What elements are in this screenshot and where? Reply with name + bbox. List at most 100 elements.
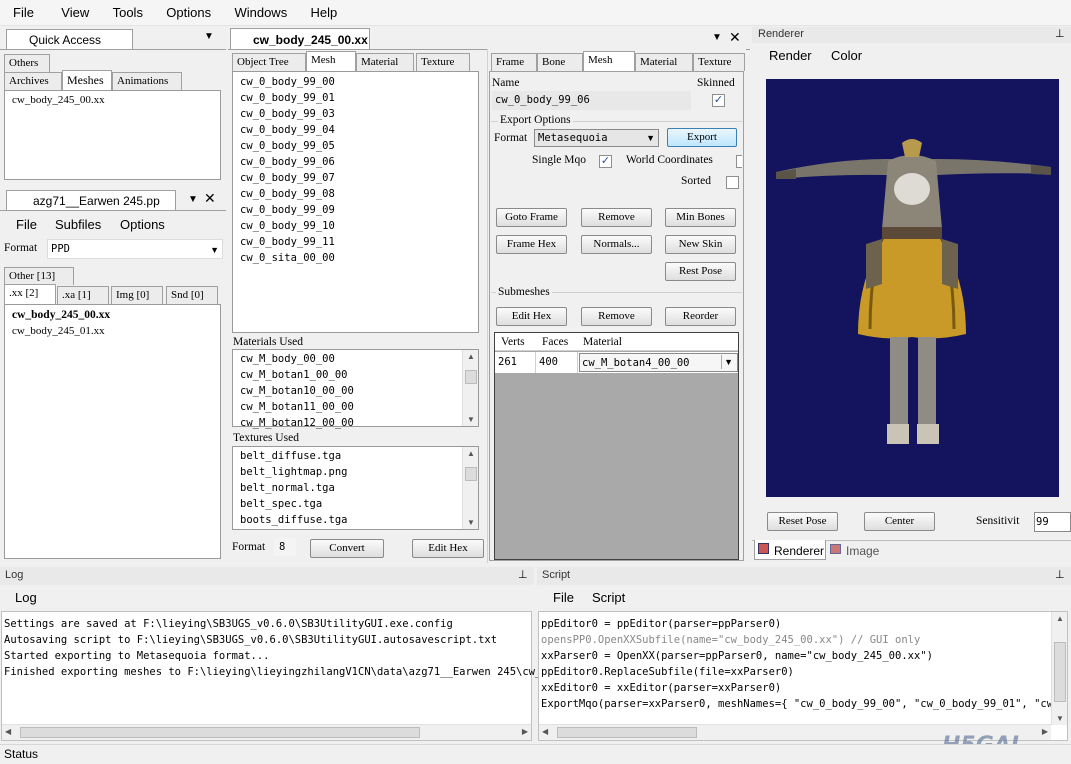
pin-icon[interactable]: ⊥ [518, 568, 528, 581]
pp-menu-file[interactable]: File [16, 217, 37, 232]
renderer-menu-color[interactable]: Color [831, 48, 862, 63]
log-line[interactable]: Started exporting to Metasequoia format.… [3, 648, 531, 664]
tab-material-props[interactable]: Material [635, 53, 693, 71]
log-hscrollbar[interactable]: ◀ ▶ [2, 724, 531, 740]
script-line[interactable]: opensPP0.OpenXXSubfile(name="cw_body_245… [540, 632, 1067, 648]
close-icon[interactable]: ✕ [204, 190, 216, 207]
menu-file[interactable]: File [13, 0, 34, 20]
close-icon[interactable]: ✕ [729, 29, 741, 46]
mesh-list-item[interactable]: cw_0_body_99_07 [233, 170, 478, 186]
material-list-item[interactable]: cw_M_botan11_00_00 [233, 399, 478, 415]
table-row[interactable]: 261 400 cw_M_botan4_00_00 ▼ [495, 352, 738, 373]
script-line[interactable]: ppEditor0.ReplaceSubfile(file=xxParser0) [540, 664, 1067, 680]
tab-other[interactable]: Other [13] [4, 267, 74, 285]
script-menu-script[interactable]: Script [592, 590, 625, 605]
list-item[interactable]: cw_body_245_00.xx [5, 92, 220, 108]
mesh-list-item[interactable]: cw_0_body_99_10 [233, 218, 478, 234]
pin-icon[interactable]: ⊥ [1055, 568, 1065, 581]
log-line[interactable]: Settings are saved at F:\lieying\SB3UGS_… [3, 616, 531, 632]
material-list-item[interactable]: cw_M_botan1_00_00 [233, 367, 478, 383]
export-format-select[interactable]: Metasequoia ▼ [534, 129, 659, 147]
log-menu[interactable]: Log [15, 590, 37, 605]
export-button[interactable]: Export [667, 128, 737, 147]
material-list-item[interactable]: cw_M_botan12_00_00 [233, 415, 478, 431]
script-line[interactable]: xxParser0 = OpenXX(parser=ppParser0, nam… [540, 648, 1067, 664]
sensitivity-input[interactable]: 99 [1034, 512, 1071, 532]
chevron-down-icon[interactable]: ▼ [204, 31, 214, 42]
menu-tools[interactable]: Tools [113, 0, 143, 20]
mesh-list-item[interactable]: cw_0_body_99_01 [233, 90, 478, 106]
skinned-checkbox[interactable]: ✓ [712, 94, 725, 107]
quick-access-tab[interactable]: Quick Access [6, 29, 133, 49]
sorted-checkbox[interactable] [726, 176, 739, 189]
log-line[interactable]: Autosaving script to F:\lieying\SB3UGS_v… [3, 632, 531, 648]
tab-material[interactable]: Material [356, 53, 414, 71]
mesh-list-item[interactable]: cw_0_body_99_05 [233, 138, 478, 154]
submesh-remove-button[interactable]: Remove [581, 307, 652, 326]
tab-others[interactable]: Others [4, 54, 50, 72]
single-mqo-checkbox[interactable]: ✓ [599, 155, 612, 168]
tab-animations[interactable]: Animations [112, 72, 182, 90]
doc-tab[interactable]: cw_body_245_00.xx [230, 28, 370, 49]
pp-format-select[interactable]: PPD ▼ [47, 239, 223, 259]
material-list-item[interactable]: cw_M_botan10_00_00 [233, 383, 478, 399]
script-line[interactable]: xxEditor0 = xxEditor(parser=xxParser0) [540, 680, 1067, 696]
center-button[interactable]: Center [864, 512, 935, 531]
tab-frame[interactable]: Frame [491, 53, 537, 71]
tab-img[interactable]: Img [0] [111, 286, 163, 304]
list-item[interactable]: cw_body_245_01.xx [5, 323, 220, 339]
mesh-list-item[interactable]: cw_0_body_99_04 [233, 122, 478, 138]
convert-button[interactable]: Convert [310, 539, 384, 558]
mesh-list-item[interactable]: cw_0_body_99_11 [233, 234, 478, 250]
frame-hex-button[interactable]: Frame Hex [496, 235, 567, 254]
submesh-edit-hex-button[interactable]: Edit Hex [496, 307, 567, 326]
normals-button[interactable]: Normals... [581, 235, 652, 254]
mesh-list-item[interactable]: cw_0_body_99_09 [233, 202, 478, 218]
texture-list-item[interactable]: belt_spec.tga [233, 496, 478, 512]
goto-frame-button[interactable]: Goto Frame [496, 208, 567, 227]
materials-scrollbar[interactable]: ▲ ▼ [462, 350, 478, 426]
format-value-field[interactable]: 8 [274, 538, 296, 556]
menu-view[interactable]: View [61, 0, 89, 20]
texture-list-item[interactable]: belt_normal.tga [233, 480, 478, 496]
chevron-down-icon[interactable]: ▼ [712, 32, 722, 43]
pp-menu-options[interactable]: Options [120, 217, 165, 232]
tab-xx[interactable]: .xx [2] [4, 284, 56, 304]
edit-hex-button[interactable]: Edit Hex [412, 539, 484, 558]
texture-list-item[interactable]: belt_lightmap.png [233, 464, 478, 480]
menu-help[interactable]: Help [311, 0, 338, 20]
min-bones-button[interactable]: Min Bones [665, 208, 736, 227]
tab-snd[interactable]: Snd [0] [166, 286, 218, 304]
material-list-item[interactable]: cw_M_body_00_00 [233, 351, 478, 367]
mesh-list-item[interactable]: cw_0_body_99_00 [233, 74, 478, 90]
tab-xa[interactable]: .xa [1] [57, 286, 109, 304]
mesh-list-item[interactable]: cw_0_body_99_03 [233, 106, 478, 122]
submesh-reorder-button[interactable]: Reorder [665, 307, 736, 326]
menu-windows[interactable]: Windows [234, 0, 287, 20]
tab-renderer[interactable]: Renderer [754, 540, 826, 560]
tab-mesh-props[interactable]: Mesh [583, 51, 635, 71]
pin-icon[interactable]: ⊥ [1055, 27, 1065, 40]
mesh-list-item[interactable]: cw_0_body_99_06 [233, 154, 478, 170]
list-item[interactable]: cw_body_245_00.xx [5, 307, 220, 323]
render-viewport[interactable] [766, 79, 1059, 497]
mesh-list-item[interactable]: cw_0_sita_00_00 [233, 250, 478, 266]
renderer-menu-render[interactable]: Render [769, 48, 812, 63]
chevron-down-icon[interactable]: ▼ [188, 194, 198, 205]
textures-scrollbar[interactable]: ▲ ▼ [462, 447, 478, 529]
tab-texture[interactable]: Texture [416, 53, 470, 71]
reset-pose-button[interactable]: Reset Pose [767, 512, 838, 531]
pp-tab[interactable]: azg71__Earwen 245.pp [6, 190, 176, 210]
script-line[interactable]: ExportMqo(parser=xxParser0, meshNames={ … [540, 696, 1067, 712]
tab-mesh[interactable]: Mesh [306, 51, 356, 71]
tab-meshes[interactable]: Meshes [62, 70, 112, 90]
script-line[interactable]: ppEditor0 = ppEditor(parser=ppParser0) [540, 616, 1067, 632]
menu-options[interactable]: Options [166, 0, 211, 20]
pp-menu-subfiles[interactable]: Subfiles [55, 217, 101, 232]
mesh-name-field[interactable]: cw_0_body_99_06 [492, 91, 691, 110]
tab-archives[interactable]: Archives [4, 72, 62, 90]
script-menu-file[interactable]: File [553, 590, 574, 605]
script-vscrollbar[interactable]: ▲ ▼ [1051, 612, 1067, 725]
tab-bone[interactable]: Bone [537, 53, 583, 71]
tab-image[interactable]: Image [826, 541, 886, 559]
